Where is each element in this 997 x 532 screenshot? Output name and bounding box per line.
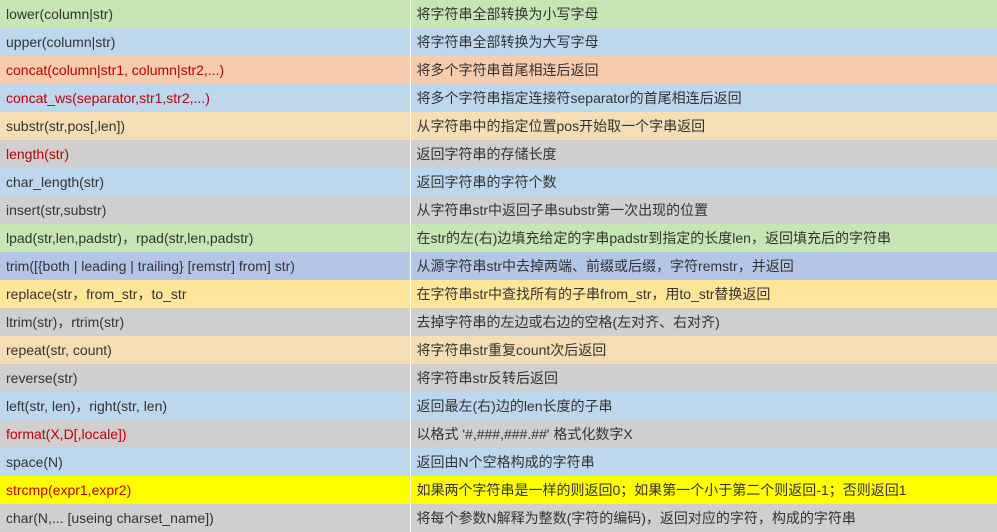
function-description-cell: 从字符串中的指定位置pos开始取一个字串返回 [410, 112, 997, 140]
table-row: concat(column|str1, column|str2,...)将多个字… [0, 56, 997, 84]
table-row: repeat(str, count)将字符串str重复count次后返回 [0, 336, 997, 364]
function-signature-cell: repeat(str, count) [0, 336, 410, 364]
function-signature-cell: replace(str，from_str，to_str [0, 280, 410, 308]
function-description-cell: 从源字符串str中去掉两端、前缀或后缀，字符remstr，并返回 [410, 252, 997, 280]
table-row: insert(str,substr)从字符串str中返回子串substr第一次出… [0, 196, 997, 224]
function-signature-cell: char_length(str) [0, 168, 410, 196]
table-row: lpad(str,len,padstr)，rpad(str,len,padstr… [0, 224, 997, 252]
function-description-cell: 将字符串str反转后返回 [410, 364, 997, 392]
function-signature-cell: concat_ws(separator,str1,str2,...) [0, 84, 410, 112]
table-row: char(N,... [useing charset_name])将每个参数N解… [0, 504, 997, 532]
function-description-cell: 将字符串全部转换为大写字母 [410, 28, 997, 56]
function-signature-cell: char(N,... [useing charset_name]) [0, 504, 410, 532]
function-signature-cell: substr(str,pos[,len]) [0, 112, 410, 140]
function-signature-cell: lower(column|str) [0, 0, 410, 28]
table-row: ltrim(str)，rtrim(str)去掉字符串的左边或右边的空格(左对齐、… [0, 308, 997, 336]
function-signature-cell: insert(str,substr) [0, 196, 410, 224]
function-signature-cell: space(N) [0, 448, 410, 476]
function-description-cell: 去掉字符串的左边或右边的空格(左对齐、右对齐) [410, 308, 997, 336]
function-signature-cell: reverse(str) [0, 364, 410, 392]
table-row: format(X,D[,locale])以格式 '#,###,###.##' 格… [0, 420, 997, 448]
function-description-cell: 以格式 '#,###,###.##' 格式化数字X [410, 420, 997, 448]
table-row: replace(str，from_str，to_str在字符串str中查找所有的… [0, 280, 997, 308]
function-signature-cell: length(str) [0, 140, 410, 168]
function-description-cell: 将多个字符串指定连接符separator的首尾相连后返回 [410, 84, 997, 112]
function-description-cell: 返回字符串的字符个数 [410, 168, 997, 196]
function-signature-cell: lpad(str,len,padstr)，rpad(str,len,padstr… [0, 224, 410, 252]
function-signature-cell: left(str, len)，right(str, len) [0, 392, 410, 420]
function-signature-cell: trim([{both | leading | trailing} [remst… [0, 252, 410, 280]
table-row: trim([{both | leading | trailing} [remst… [0, 252, 997, 280]
function-signature-cell: format(X,D[,locale]) [0, 420, 410, 448]
function-signature-cell: concat(column|str1, column|str2,...) [0, 56, 410, 84]
table-row: upper(column|str)将字符串全部转换为大写字母 [0, 28, 997, 56]
table-row: length(str)返回字符串的存储长度 [0, 140, 997, 168]
table-row: concat_ws(separator,str1,str2,...)将多个字符串… [0, 84, 997, 112]
function-description-cell: 将多个字符串首尾相连后返回 [410, 56, 997, 84]
function-table: lower(column|str)将字符串全部转换为小写字母upper(colu… [0, 0, 997, 532]
function-description-cell: 将字符串str重复count次后返回 [410, 336, 997, 364]
function-description-cell: 将字符串全部转换为小写字母 [410, 0, 997, 28]
function-description-cell: 返回由N个空格构成的字符串 [410, 448, 997, 476]
table-row: reverse(str)将字符串str反转后返回 [0, 364, 997, 392]
function-signature-cell: ltrim(str)，rtrim(str) [0, 308, 410, 336]
function-description-cell: 将每个参数N解释为整数(字符的编码)，返回对应的字符，构成的字符串 [410, 504, 997, 532]
function-description-cell: 从字符串str中返回子串substr第一次出现的位置 [410, 196, 997, 224]
function-description-cell: 返回字符串的存储长度 [410, 140, 997, 168]
function-signature-cell: upper(column|str) [0, 28, 410, 56]
function-description-cell: 在str的左(右)边填充给定的字串padstr到指定的长度len，返回填充后的字… [410, 224, 997, 252]
function-description-cell: 返回最左(右)边的len长度的子串 [410, 392, 997, 420]
table-row: left(str, len)，right(str, len)返回最左(右)边的l… [0, 392, 997, 420]
table-row: char_length(str)返回字符串的字符个数 [0, 168, 997, 196]
function-description-cell: 在字符串str中查找所有的子串from_str，用to_str替换返回 [410, 280, 997, 308]
table-row: space(N)返回由N个空格构成的字符串 [0, 448, 997, 476]
table-row: substr(str,pos[,len])从字符串中的指定位置pos开始取一个字… [0, 112, 997, 140]
table-row: lower(column|str)将字符串全部转换为小写字母 [0, 0, 997, 28]
